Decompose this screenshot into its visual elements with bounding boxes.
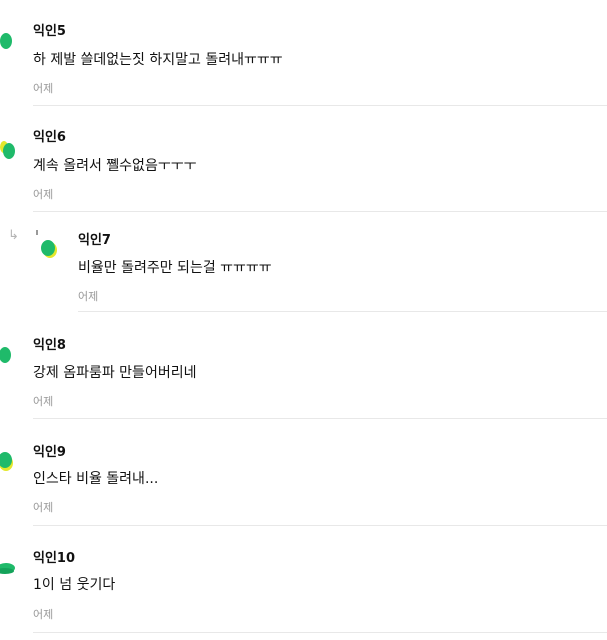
comment-date: 어제 (33, 395, 54, 408)
comment-date: 어제 (33, 608, 54, 621)
avatar-icon[interactable] (0, 558, 16, 578)
reply-arrow-icon: ↳ (8, 228, 19, 243)
comment-text: 강제 옴파룸파 만들어버리네 (33, 365, 197, 381)
avatar-icon[interactable] (0, 30, 14, 52)
comment-author[interactable]: 익인7 (78, 229, 111, 248)
avatar-icon[interactable] (0, 344, 14, 366)
comment-text: 1이 넘 웃기다 (33, 577, 116, 593)
avatar-icon[interactable] (0, 449, 16, 473)
comment-text: 하 제발 쓸데없는짓 하지말고 돌려내ㅠㅠㅠ (33, 52, 283, 68)
divider (33, 632, 607, 633)
avatar-icon[interactable] (0, 138, 16, 162)
avatar-icon[interactable] (34, 230, 60, 262)
comment-date: 어제 (33, 501, 54, 514)
comment-date: 어제 (33, 188, 54, 201)
comment-item: 익인5 하 제발 쓸데없는짓 하지말고 돌려내ㅠㅠㅠ 어제 (0, 0, 607, 106)
comment-item: 익인6 계속 올려서 쪨수없음ㅜㅜㅜ 어제 (0, 106, 607, 212)
comment-author[interactable]: 익인8 (33, 334, 66, 353)
comment-text: 비율만 돌려주만 되는걸 ㅠㅠㅠㅠ (78, 260, 272, 276)
comment-date: 어제 (78, 290, 99, 303)
comment-text: 계속 올려서 쪨수없음ㅜㅜㅜ (33, 158, 197, 174)
comment-item: 익인8 강제 옴파룸파 만들어버리네 어제 (0, 312, 607, 419)
comment-item: 익인10 1이 넘 웃기다 어제 (0, 526, 607, 640)
comment-date: 어제 (33, 82, 54, 95)
comment-text: 인스타 비율 돌려내... (33, 471, 159, 487)
comment-author[interactable]: 익인9 (33, 441, 66, 460)
comment-item: 익인9 인스타 비율 돌려내... 어제 (0, 419, 607, 526)
comment-author[interactable]: 익인5 (33, 20, 66, 39)
reply-comment-item: ↳ 익인7 비율만 돌려주만 되는걸 ㅠㅠㅠㅠ 어제 (0, 212, 607, 312)
comment-author[interactable]: 익인6 (33, 126, 66, 145)
comment-author[interactable]: 익인10 (33, 547, 75, 566)
